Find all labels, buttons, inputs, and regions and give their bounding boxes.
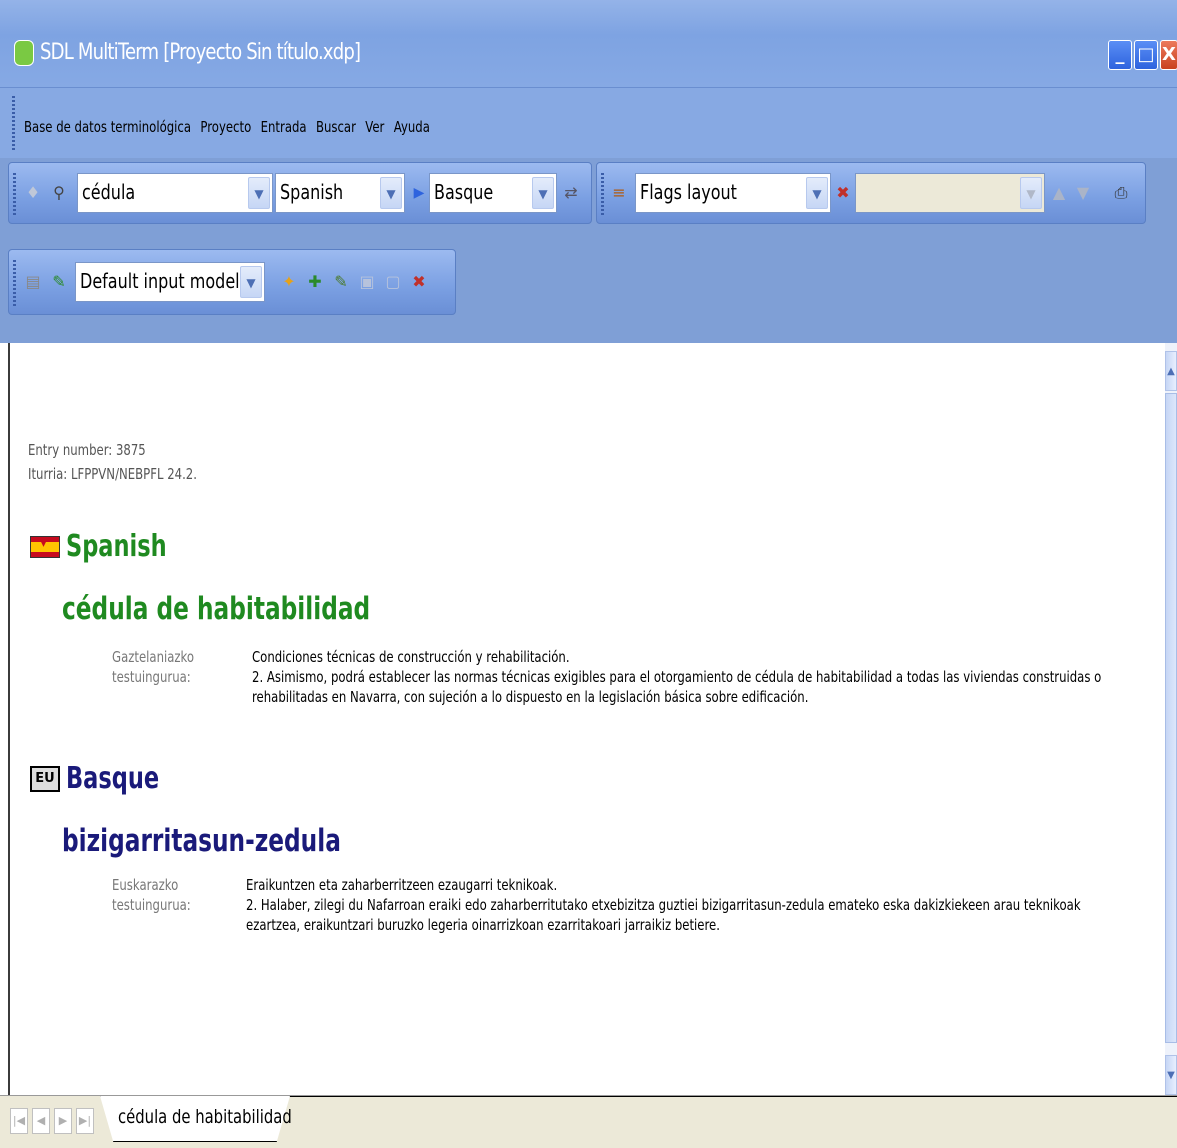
context-label: Euskarazko testuingurua: xyxy=(112,875,191,915)
new-entry-icon[interactable]: ✦ xyxy=(279,270,299,294)
context-label-line: Euskarazko xyxy=(112,876,179,894)
search-input[interactable]: cédula ▼ xyxy=(77,173,273,213)
source-language-value: Spanish xyxy=(280,180,344,204)
next-tab-icon[interactable]: ▶ xyxy=(54,1108,72,1134)
search-value: cédula xyxy=(82,180,136,204)
edit-entry-icon[interactable]: ✎ xyxy=(331,270,351,294)
chevron-down-icon[interactable]: ▼ xyxy=(240,266,262,298)
play-arrow-icon: ▶ xyxy=(413,185,425,201)
context-label-line: testuingurua: xyxy=(112,668,191,686)
delete-entry-icon[interactable]: ✖ xyxy=(409,270,429,294)
context-line: rehabilitadas en Navarra, con sujeción a… xyxy=(252,688,809,706)
menu-bar: Base de datos terminológica Proyecto Ent… xyxy=(0,88,1177,158)
layout-toolbar: ≡ Flags layout ▼ ✖ ▼ ▲ ▼ ⎙ xyxy=(596,162,1146,224)
edit-model-icon[interactable]: ✎ xyxy=(49,270,69,294)
print-icon[interactable]: ⎙ xyxy=(1111,181,1131,205)
context-label-line: testuingurua: xyxy=(112,896,191,914)
previous-icon[interactable]: ▲ xyxy=(1049,181,1069,205)
toolbar-area: ♦ ⚲ cédula ▼ Spanish ▼ ▶ Basque ▼ ⇄ ≡ Fl… xyxy=(0,158,1177,343)
chevron-down-icon[interactable]: ▼ xyxy=(806,177,828,209)
menu-termbase[interactable]: Base de datos terminológica xyxy=(24,118,191,136)
language-name: Basque xyxy=(66,761,160,796)
context-text-spanish: Condiciones técnicas de construcción y r… xyxy=(252,647,1101,707)
menu-help[interactable]: Ayuda xyxy=(394,118,430,136)
language-header-basque: EU Basque xyxy=(30,761,190,796)
save-entry-icon[interactable]: ▣ xyxy=(357,270,377,294)
filter-select[interactable]: ▼ xyxy=(855,173,1045,213)
scroll-down-icon[interactable]: ▼ xyxy=(1165,1055,1177,1095)
context-line: Condiciones técnicas de construcción y r… xyxy=(252,648,570,666)
basque-flag-icon: EU xyxy=(30,765,60,792)
language-header-spanish: Spanish xyxy=(30,529,200,564)
entry-number: Entry number: 3875 xyxy=(28,441,146,459)
input-model-select[interactable]: Default input model ▼ xyxy=(75,262,265,302)
context-label: Gaztelaniazko testuingurua: xyxy=(112,647,194,687)
context-line: Eraikuntzen eta zaharberritzeen ezaugarr… xyxy=(246,876,558,894)
chevron-down-icon[interactable]: ▼ xyxy=(532,177,554,209)
scroll-thumb[interactable] xyxy=(1165,393,1177,1043)
layout-select[interactable]: Flags layout ▼ xyxy=(635,173,831,213)
maximize-button[interactable]: □ xyxy=(1134,40,1158,70)
entry-source: Iturria: LFPPVN/NEBPFL 24.2. xyxy=(28,465,197,483)
context-text-basque: Eraikuntzen eta zaharberritzeen ezaugarr… xyxy=(246,875,1081,935)
menu-grip[interactable] xyxy=(12,96,15,152)
toolbar-grip[interactable] xyxy=(601,173,604,215)
language-name: Spanish xyxy=(66,529,167,564)
target-language-select[interactable]: Basque ▼ xyxy=(429,173,557,213)
term-basque: bizigarritasun-zedula xyxy=(62,823,341,859)
previous-tab-icon[interactable]: ◀ xyxy=(32,1108,50,1134)
spain-flag-icon xyxy=(30,535,60,558)
target-language-value: Basque xyxy=(434,180,494,204)
next-icon[interactable]: ▼ xyxy=(1073,181,1093,205)
term-spanish: cédula de habitabilidad xyxy=(62,591,371,627)
context-line: 2. Asimismo, podrá establecer las normas… xyxy=(252,668,1102,686)
entry-view: Entry number: 3875 Iturria: LFPPVN/NEBPF… xyxy=(8,343,1165,1095)
input-model-value: Default input model xyxy=(80,269,240,293)
cancel-edit-icon[interactable]: ▢ xyxy=(383,270,403,294)
entry-toolbar: ▤ ✎ Default input model ▼ ✦ ✚ ✎ ▣ ▢ ✖ xyxy=(8,249,456,315)
close-button[interactable]: X xyxy=(1160,40,1177,70)
menu-search[interactable]: Buscar xyxy=(316,118,356,136)
vertical-scrollbar[interactable]: ▲ ▼ xyxy=(1165,343,1177,1095)
chevron-down-icon[interactable]: ▼ xyxy=(248,177,270,209)
window-title: SDL MultiTerm [Proyecto Sin título.xdp] xyxy=(40,40,361,65)
toolbar-grip[interactable] xyxy=(13,173,16,215)
search-icon[interactable]: ⚲ xyxy=(49,181,69,205)
last-tab-icon[interactable]: ▶| xyxy=(76,1108,94,1134)
search-toolbar: ♦ ⚲ cédula ▼ Spanish ▼ ▶ Basque ▼ ⇄ xyxy=(8,162,592,224)
filter-icon[interactable]: ✖ xyxy=(833,181,853,205)
context-line: ezartzea, eraikuntzari buruzko legeria o… xyxy=(246,916,720,934)
tab-entry-label: cédula de habitabilidad xyxy=(118,1106,292,1128)
first-tab-icon[interactable]: |◀ xyxy=(10,1108,28,1134)
scroll-up-icon[interactable]: ▲ xyxy=(1165,351,1177,391)
context-line: 2. Halaber, zilegi du Nafarroan eraiki e… xyxy=(246,896,1081,914)
menu-project[interactable]: Proyecto xyxy=(200,118,251,136)
title-bar: SDL MultiTerm [Proyecto Sin título.xdp] … xyxy=(0,0,1177,88)
minimize-button[interactable]: _ xyxy=(1108,40,1132,70)
menu-view[interactable]: Ver xyxy=(365,118,384,136)
entry-tab-bar: |◀ ◀ ▶ ▶| cédula de habitabilidad xyxy=(0,1095,1177,1148)
toolbar-grip[interactable] xyxy=(13,260,16,306)
chevron-down-icon[interactable]: ▼ xyxy=(380,177,402,209)
app-icon xyxy=(14,40,34,66)
add-entry-icon[interactable]: ✚ xyxy=(305,270,325,294)
layout-icon: ≡ xyxy=(612,183,626,202)
chevron-down-icon[interactable]: ▼ xyxy=(1020,177,1042,209)
source-language-select[interactable]: Spanish ▼ xyxy=(275,173,405,213)
context-label-line: Gaztelaniazko xyxy=(112,648,195,666)
layout-value: Flags layout xyxy=(640,180,737,204)
document-icon[interactable]: ▤ xyxy=(23,270,43,294)
fuzzy-search-icon[interactable]: ♦ xyxy=(23,181,43,205)
menu-entry[interactable]: Entrada xyxy=(261,118,307,136)
swap-languages-icon[interactable]: ⇄ xyxy=(561,181,581,205)
